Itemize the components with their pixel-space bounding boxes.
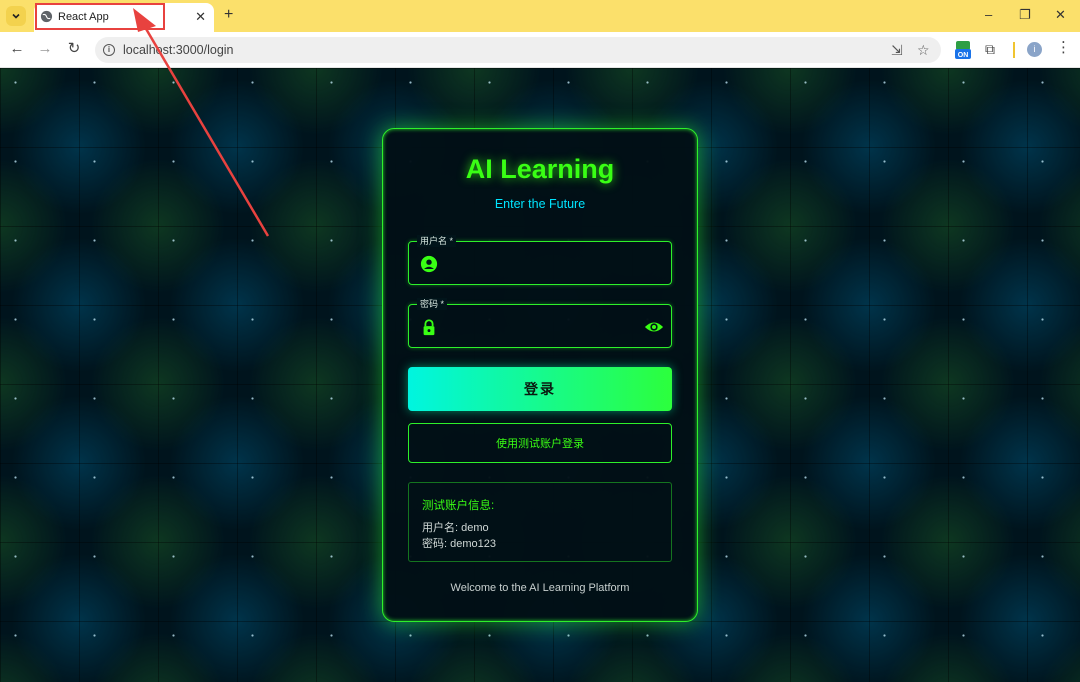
minimize-button[interactable]: – [985, 8, 992, 22]
username-input[interactable] [445, 248, 645, 278]
address-bar[interactable]: i localhost:3000/login ⇲ ☆ [95, 37, 941, 63]
login-card: AI Learning Enter the Future 用户名 * 密码 * … [382, 128, 698, 622]
page-title: AI Learning [465, 154, 615, 184]
test-info-heading: 测试账户信息: [422, 500, 495, 512]
test-username-text: 用户名: demo [422, 522, 489, 534]
eye-icon[interactable] [644, 318, 664, 336]
reload-icon[interactable]: ↻ [66, 41, 82, 57]
back-icon[interactable]: ← [9, 41, 25, 57]
password-label: 密码 * [417, 298, 448, 310]
password-field[interactable]: 密码 * [408, 298, 672, 348]
chevron-down-icon [12, 13, 20, 19]
menu-kebab-icon[interactable]: ⋮ [1056, 40, 1071, 56]
extension-badge-text: ON [958, 52, 969, 59]
restore-button[interactable]: ❐ [1019, 8, 1031, 22]
close-window-button[interactable]: ✕ [1055, 8, 1066, 22]
test-password-text: 密码: demo123 [422, 538, 496, 550]
new-tab-button[interactable]: + [224, 7, 233, 23]
annotation-highlight-box [35, 3, 165, 30]
username-label: 用户名 * [417, 235, 457, 247]
profile-avatar[interactable]: i [1027, 42, 1042, 57]
page-subtitle: Enter the Future [494, 197, 586, 211]
login-button[interactable]: 登录 [408, 367, 672, 411]
close-tab-icon[interactable]: ✕ [195, 10, 206, 23]
password-input[interactable] [445, 311, 645, 341]
extensions-puzzle-icon[interactable]: ⧉ [985, 41, 995, 58]
tab-search-button[interactable] [6, 6, 26, 26]
toolbar: ← → ↻ i localhost:3000/login ⇲ ☆ ON ⧉ i … [0, 32, 1080, 68]
welcome-footer: Welcome to the AI Learning Platform [450, 582, 630, 594]
toolbar-divider [1013, 42, 1015, 58]
bookmark-star-icon[interactable]: ☆ [917, 42, 930, 58]
test-account-login-button[interactable]: 使用测试账户登录 [408, 423, 672, 463]
site-info-icon[interactable]: i [103, 44, 115, 56]
username-field[interactable]: 用户名 * [408, 235, 672, 285]
forward-icon[interactable]: → [37, 41, 53, 57]
url-text[interactable]: localhost:3000/login [123, 43, 234, 57]
lock-icon [423, 319, 435, 336]
extension-on-icon[interactable]: ON [955, 41, 971, 59]
test-account-info-box: 测试账户信息: 用户名: demo 密码: demo123 [408, 482, 672, 562]
install-app-icon[interactable]: ⇲ [891, 42, 903, 58]
user-circle-icon [420, 255, 438, 273]
tab-strip: React App ✕ + – ❐ ✕ [0, 0, 1080, 32]
